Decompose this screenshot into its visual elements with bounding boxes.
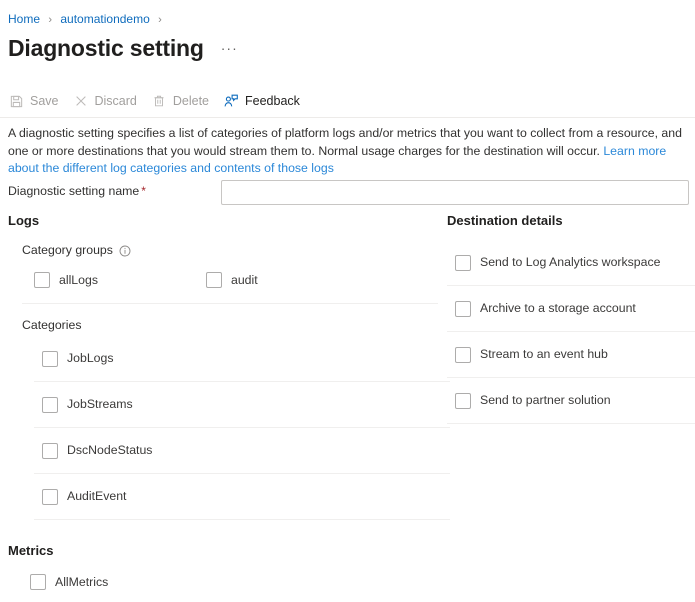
checkbox-audit[interactable] xyxy=(206,272,222,288)
checkbox-label-storage-account: Archive to a storage account xyxy=(480,300,636,317)
checkbox-label-joblogs: JobLogs xyxy=(67,350,114,367)
category-groups-label: Category groups xyxy=(22,242,113,259)
checkbox-row-event-hub[interactable]: Stream to an event hub xyxy=(447,332,695,377)
destination-divider-4 xyxy=(447,423,695,424)
checkbox-event-hub[interactable] xyxy=(455,347,471,363)
checkbox-label-partner-solution: Send to partner solution xyxy=(480,392,611,409)
destination-heading: Destination details xyxy=(447,212,695,230)
checkbox-row-jobstreams[interactable]: JobStreams xyxy=(8,382,450,427)
checkbox-dscnodestatus[interactable] xyxy=(42,443,58,459)
info-icon[interactable] xyxy=(119,245,131,257)
category-groups-label-row: Category groups xyxy=(8,242,450,259)
diagnostic-setting-name-input[interactable] xyxy=(221,180,689,205)
breadcrumb-chevron-icon: › xyxy=(48,14,52,26)
destination-list: Send to Log Analytics workspace Archive … xyxy=(447,240,695,424)
logs-column: Logs Category groups allLogs audit Categ… xyxy=(8,212,450,602)
close-icon xyxy=(73,93,89,109)
breadcrumb-item-home[interactable]: Home xyxy=(8,12,40,26)
discard-button[interactable]: Discard xyxy=(73,89,137,113)
checkbox-partner-solution[interactable] xyxy=(455,393,471,409)
checkbox-jobstreams[interactable] xyxy=(42,397,58,413)
checkbox-label-audit: audit xyxy=(231,272,258,289)
save-icon xyxy=(8,93,24,109)
checkbox-label-dscnodestatus: DscNodeStatus xyxy=(67,442,152,459)
checkbox-label-auditevent: AuditEvent xyxy=(67,488,126,505)
checkbox-storage-account[interactable] xyxy=(455,301,471,317)
delete-button-label: Delete xyxy=(173,93,209,109)
checkbox-label-allmetrics: AllMetrics xyxy=(55,574,108,591)
category-groups-list: allLogs audit xyxy=(8,270,450,290)
checkbox-row-auditevent[interactable]: AuditEvent xyxy=(8,474,450,519)
checkbox-row-alllogs[interactable]: allLogs xyxy=(34,270,206,290)
checkbox-log-analytics[interactable] xyxy=(455,255,471,271)
checkbox-row-log-analytics[interactable]: Send to Log Analytics workspace xyxy=(447,240,695,285)
metrics-list: AllMetrics xyxy=(8,562,450,602)
discard-button-label: Discard xyxy=(95,93,137,109)
save-button[interactable]: Save xyxy=(8,89,59,113)
checkbox-row-audit[interactable]: audit xyxy=(206,270,378,290)
checkbox-row-partner-solution[interactable]: Send to partner solution xyxy=(447,378,695,423)
logs-heading: Logs xyxy=(8,212,450,230)
page-title: Diagnostic setting xyxy=(8,34,204,63)
page-header: Diagnostic setting ··· xyxy=(8,34,238,63)
diagnostic-setting-name-label: Diagnostic setting name* xyxy=(8,183,146,199)
feedback-button-label: Feedback xyxy=(245,93,300,109)
more-options-icon[interactable]: ··· xyxy=(221,40,238,56)
breadcrumb-chevron-icon-2: › xyxy=(158,14,162,26)
diagnostic-setting-name-row: Diagnostic setting name* xyxy=(8,180,689,204)
feedback-icon xyxy=(223,93,239,109)
checkbox-row-dscnodestatus[interactable]: DscNodeStatus xyxy=(8,428,450,473)
trash-icon xyxy=(151,93,167,109)
checkbox-row-joblogs[interactable]: JobLogs xyxy=(8,336,450,381)
delete-button[interactable]: Delete xyxy=(151,89,209,113)
checkbox-row-storage-account[interactable]: Archive to a storage account xyxy=(447,286,695,331)
required-marker: * xyxy=(141,184,146,198)
checkbox-allmetrics[interactable] xyxy=(30,574,46,590)
checkbox-label-alllogs: allLogs xyxy=(59,272,98,289)
destination-column: Destination details Send to Log Analytic… xyxy=(447,212,695,424)
checkbox-joblogs[interactable] xyxy=(42,351,58,367)
command-bar: Save Discard Delete Fee xyxy=(8,89,314,113)
checkbox-label-event-hub: Stream to an event hub xyxy=(480,346,608,363)
checkbox-auditevent[interactable] xyxy=(42,489,58,505)
checkbox-label-jobstreams: JobStreams xyxy=(67,396,133,413)
feedback-button[interactable]: Feedback xyxy=(223,89,300,113)
categories-list: JobLogs JobStreams DscNodeStatus AuditEv… xyxy=(8,336,450,520)
description-text: A diagnostic setting specifies a list of… xyxy=(8,125,687,178)
categories-divider-4 xyxy=(34,519,450,520)
save-button-label: Save xyxy=(30,93,59,109)
checkbox-label-log-analytics: Send to Log Analytics workspace xyxy=(480,254,660,271)
name-label-text: Diagnostic setting name xyxy=(8,184,139,198)
description-body: A diagnostic setting specifies a list of… xyxy=(8,126,682,158)
breadcrumb-item-automationdemo[interactable]: automationdemo xyxy=(60,12,149,26)
breadcrumb: Home › automationdemo › xyxy=(8,11,167,28)
command-bar-divider xyxy=(0,117,695,118)
categories-label: Categories xyxy=(8,317,450,334)
checkbox-row-allmetrics[interactable]: AllMetrics xyxy=(8,562,450,602)
metrics-heading: Metrics xyxy=(8,542,450,560)
category-groups-divider xyxy=(22,303,438,304)
checkbox-alllogs[interactable] xyxy=(34,272,50,288)
